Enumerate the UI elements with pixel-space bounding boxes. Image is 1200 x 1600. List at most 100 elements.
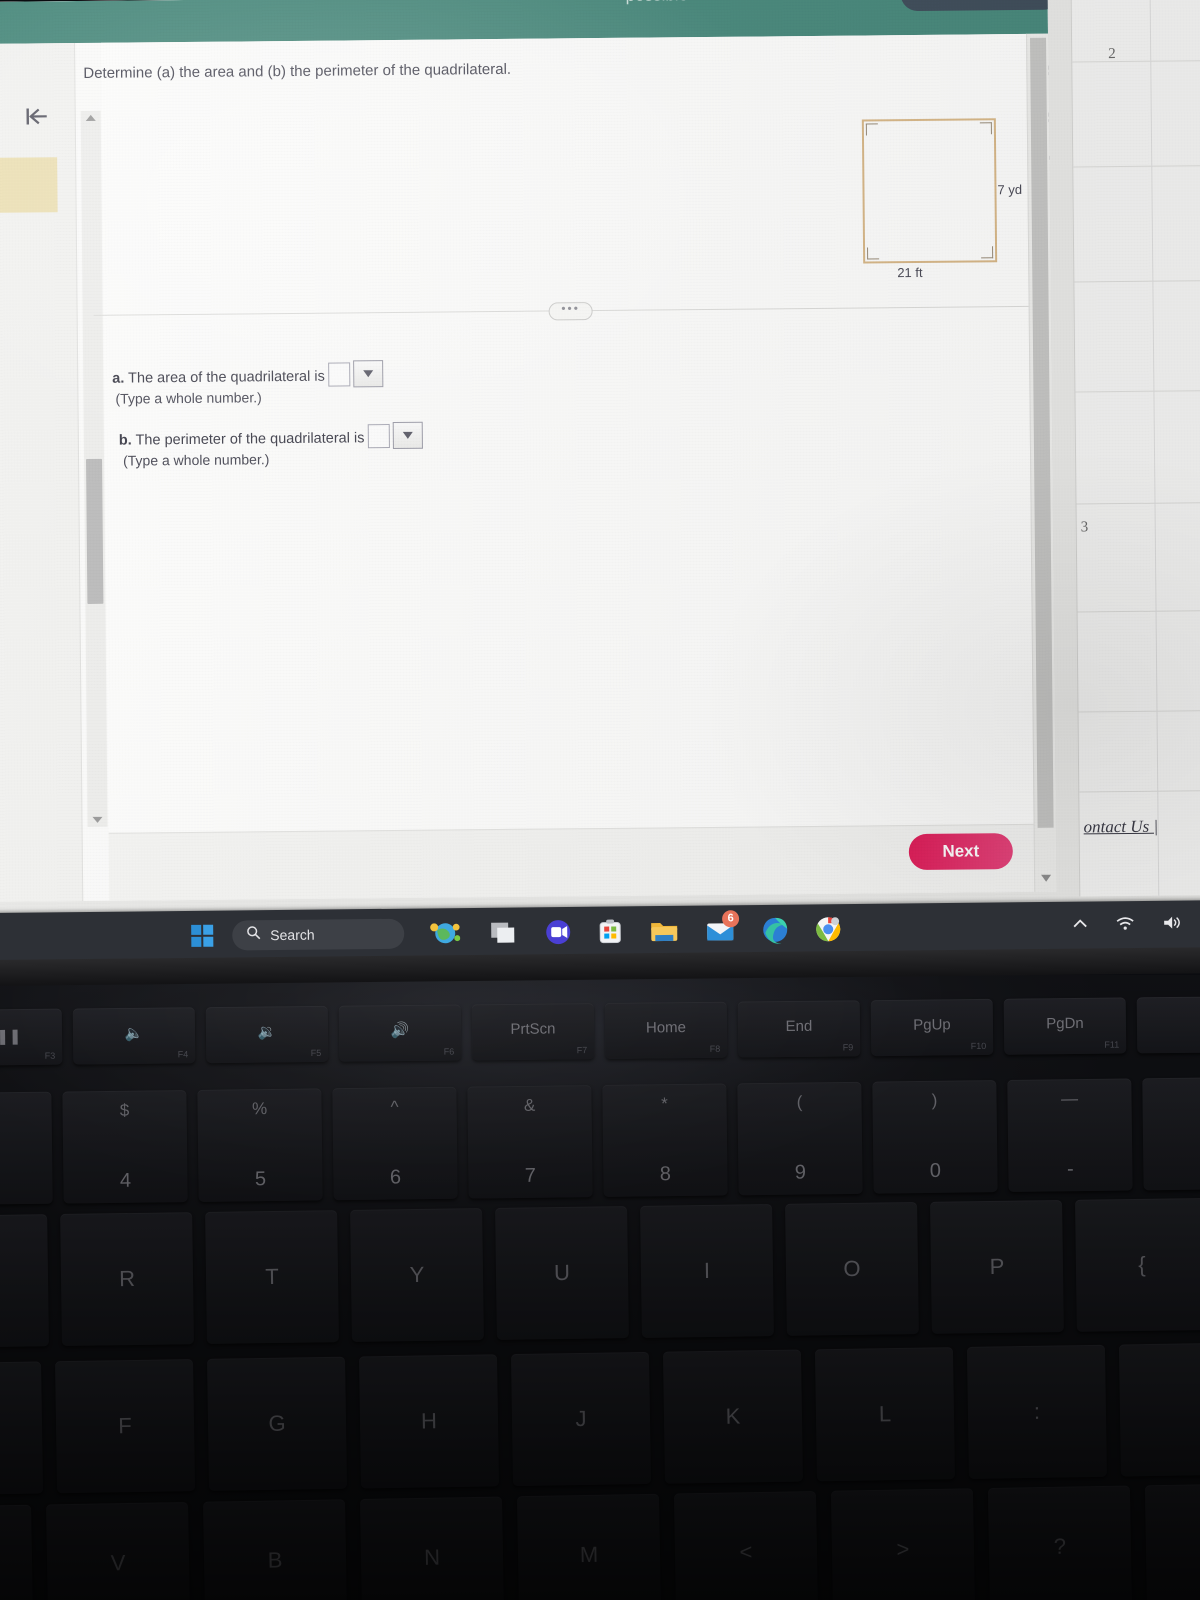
- key-6[interactable]: ^ 6: [332, 1086, 458, 1201]
- highlighted-block: [0, 157, 58, 213]
- number-key-row: #3 $4 %5 ^6 &7 *8 (9 )0 —-: [0, 1076, 1200, 1206]
- key-r[interactable]: R: [60, 1212, 194, 1346]
- task-view-icon[interactable]: [488, 917, 520, 947]
- key-g[interactable]: G: [207, 1356, 348, 1491]
- bg-row-number: 2: [1108, 46, 1116, 63]
- microsoft-store-icon[interactable]: [594, 916, 626, 946]
- zoom-meetings-icon[interactable]: [542, 917, 574, 947]
- key-comma[interactable]: <: [673, 1491, 819, 1600]
- widgets-earth-icon[interactable]: [428, 918, 461, 948]
- key-3[interactable]: #3: [0, 1091, 53, 1206]
- main-scrollbar-thumb[interactable]: [1030, 37, 1054, 828]
- key-c[interactable]: C: [0, 1504, 34, 1600]
- contact-us-link[interactable]: ontact Us |: [1084, 817, 1159, 838]
- points-possible-text: possible: [626, 0, 689, 6]
- file-explorer-icon[interactable]: [648, 916, 680, 946]
- question-footer-bar: Next: [108, 823, 1057, 902]
- key-n[interactable]: N: [359, 1496, 505, 1600]
- area-unit-select[interactable]: [352, 360, 383, 388]
- skip-to-start-icon[interactable]: [19, 101, 55, 131]
- key-pagedown[interactable]: PgDn F11: [1003, 997, 1127, 1055]
- key-quote[interactable]: [1118, 1342, 1200, 1477]
- mail-badge: 6: [722, 910, 740, 928]
- chrome-browser-icon[interactable]: [812, 914, 844, 944]
- answer-text-b: The perimeter of the quadrilateral is: [135, 430, 365, 449]
- edge-browser-icon[interactable]: [759, 915, 791, 945]
- mail-icon[interactable]: 6: [704, 910, 740, 945]
- bottom-key-row: C V B N M < > ?: [0, 1482, 1200, 1600]
- perimeter-value-input[interactable]: [367, 424, 390, 449]
- answer-line-a: a. The area of the quadrilateral is: [112, 360, 383, 390]
- key-f12[interactable]: [1136, 996, 1200, 1054]
- key-semicolon[interactable]: :: [966, 1344, 1107, 1479]
- key-shift-right[interactable]: [1144, 1482, 1200, 1600]
- key-v[interactable]: V: [46, 1501, 191, 1600]
- scroll-down-arrow-icon[interactable]: [92, 816, 103, 823]
- key-equals[interactable]: [1142, 1076, 1200, 1191]
- answer-text-a: The area of the quadrilateral is: [128, 368, 325, 387]
- answer-letter-a: a.: [112, 370, 125, 387]
- key-f6[interactable]: 🔊 F6: [338, 1004, 462, 1062]
- taskbar-search-box[interactable]: Search: [232, 918, 405, 951]
- key-b[interactable]: B: [203, 1499, 348, 1600]
- question-panel: Determine (a) the area and (b) the perim…: [83, 33, 1057, 833]
- expand-collapse-ellipsis-button[interactable]: •••: [548, 301, 593, 321]
- search-label: Search: [270, 926, 315, 944]
- submit-test-button[interactable]: Submit test: [900, 0, 1057, 12]
- start-button[interactable]: [190, 924, 214, 948]
- area-value-input[interactable]: [327, 362, 350, 387]
- key-i[interactable]: I: [640, 1204, 774, 1338]
- key-printscreen[interactable]: PrtScn F7: [471, 1003, 595, 1061]
- key-period[interactable]: >: [830, 1488, 975, 1600]
- wifi-icon[interactable]: [1115, 915, 1135, 936]
- key-e[interactable]: E: [0, 1214, 49, 1349]
- key-k[interactable]: K: [662, 1349, 804, 1484]
- key-m[interactable]: M: [516, 1493, 662, 1600]
- answer-line-b: b. The perimeter of the quadrilateral is: [118, 421, 423, 452]
- scroll-up-arrow-icon[interactable]: [85, 114, 96, 121]
- figure-right-label: 7 yd: [997, 181, 1023, 198]
- key-5[interactable]: % 5: [197, 1088, 323, 1202]
- key-f5[interactable]: 🔉 F5: [205, 1005, 329, 1064]
- key-pageup[interactable]: PgUp F10: [870, 998, 994, 1057]
- browser-window: possible Submit test: [0, 0, 1057, 902]
- background-window[interactable]: 2 3 ontact Us |: [1070, 0, 1200, 897]
- answer-hint-a: (Type a whole number.): [115, 389, 262, 407]
- qwerty-key-row: E R T Y U I O P {: [0, 1197, 1200, 1349]
- key-minus[interactable]: — -: [1007, 1078, 1133, 1192]
- function-key-row: ▶/❚❚ F3 🔈 F4 🔉 F5 🔊 F6 PrtScn F7 Home F8 End F9…: [0, 996, 1200, 1066]
- key-bracket-left[interactable]: {: [1075, 1197, 1200, 1332]
- key-slash[interactable]: ?: [987, 1485, 1132, 1600]
- key-f4[interactable]: 🔈 F4: [72, 1007, 196, 1065]
- key-u[interactable]: U: [495, 1206, 629, 1340]
- key-8[interactable]: * 8: [602, 1083, 728, 1197]
- perimeter-unit-select[interactable]: [392, 421, 423, 450]
- show-hidden-icons-icon[interactable]: [1071, 917, 1089, 936]
- key-end[interactable]: End F9: [737, 1000, 861, 1058]
- key-9[interactable]: (9: [737, 1081, 863, 1196]
- key-l[interactable]: L: [814, 1347, 955, 1482]
- key-o[interactable]: O: [785, 1202, 919, 1336]
- system-tray: [1071, 915, 1181, 937]
- key-f[interactable]: F: [55, 1359, 196, 1494]
- key-t[interactable]: T: [205, 1210, 339, 1344]
- key-home[interactable]: Home F8: [604, 1001, 728, 1059]
- key-4[interactable]: $4: [62, 1090, 188, 1204]
- right-angle-mark-icon: [979, 122, 992, 135]
- volume-icon[interactable]: [1161, 915, 1181, 936]
- key-y[interactable]: Y: [350, 1208, 484, 1342]
- key-7[interactable]: & 7: [467, 1085, 593, 1199]
- key-d[interactable]: D: [0, 1361, 44, 1496]
- key-h[interactable]: H: [358, 1354, 500, 1489]
- key-f3[interactable]: ▶/❚❚ F3: [0, 1008, 63, 1066]
- main-scroll-down-arrow-icon[interactable]: [1041, 874, 1052, 882]
- next-button[interactable]: Next: [908, 833, 1014, 871]
- key-j[interactable]: J: [510, 1351, 652, 1487]
- scrollbar-thumb[interactable]: [86, 458, 104, 604]
- bg-row-number: 3: [1080, 519, 1089, 536]
- figure-bottom-label: 21 ft: [897, 264, 923, 281]
- key-0[interactable]: ) 0: [872, 1080, 998, 1194]
- question-prompt: Determine (a) the area and (b) the perim…: [83, 60, 512, 82]
- key-p[interactable]: P: [930, 1200, 1064, 1334]
- answer-letter-b: b.: [118, 432, 132, 449]
